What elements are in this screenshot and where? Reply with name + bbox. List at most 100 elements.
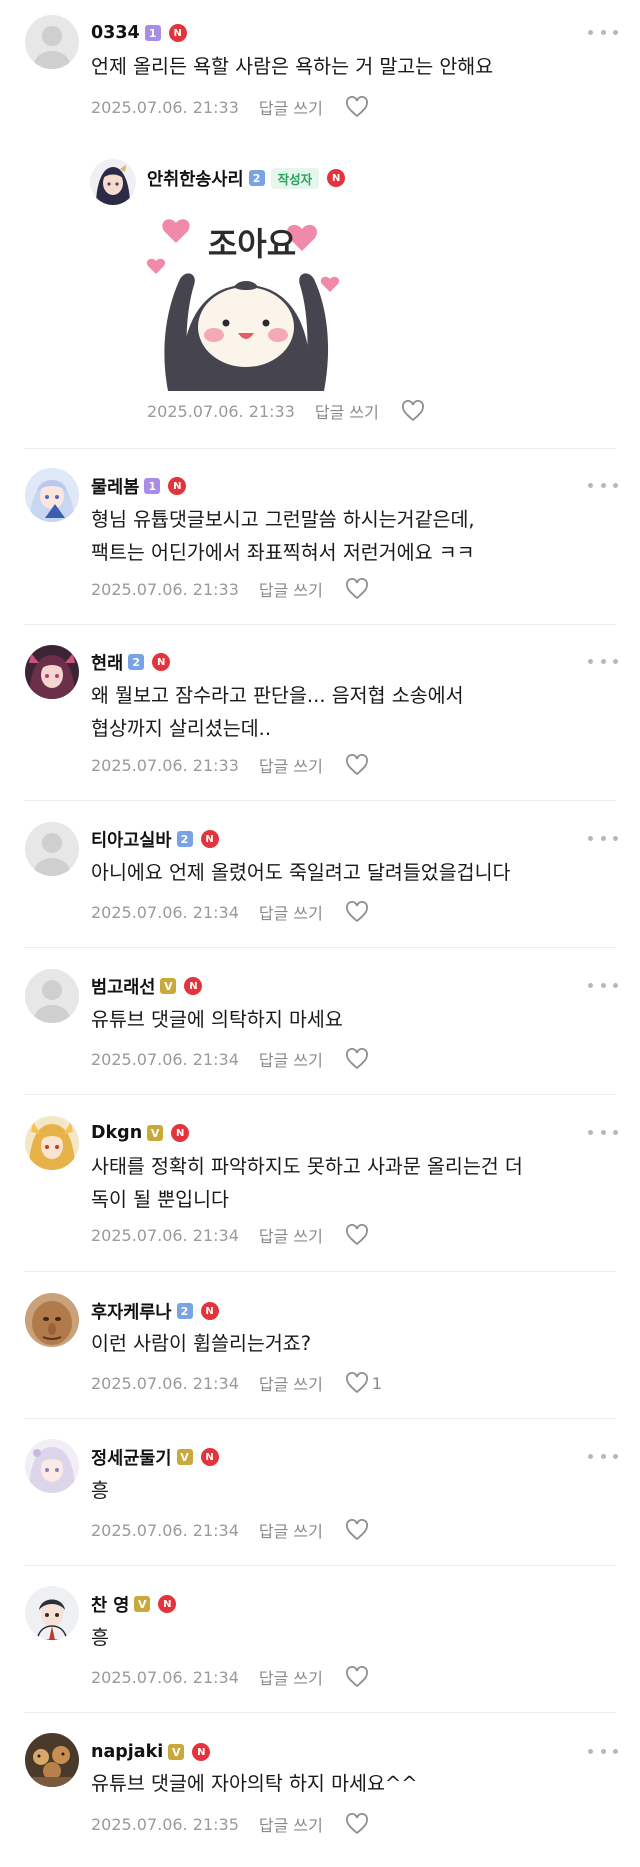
- reply-button[interactable]: 답글 쓰기: [259, 95, 323, 119]
- comment-meta: 2025.07.06. 21:33 답글 쓰기: [91, 576, 369, 602]
- comment-date: 2025.07.06. 21:34: [91, 1373, 239, 1393]
- comment-header: 범고래선 V N: [91, 973, 203, 999]
- avatar[interactable]: [25, 1733, 79, 1787]
- heart-outline-icon[interactable]: [345, 96, 369, 118]
- divider: [24, 1271, 616, 1272]
- comment-header: 티아고실바 2 N: [91, 826, 219, 852]
- reply-button[interactable]: 답글 쓰기: [259, 1223, 323, 1247]
- comment-header: Dkgn V N: [91, 1120, 190, 1146]
- nickname[interactable]: 티아고실바: [91, 827, 172, 852]
- comment-meta: 2025.07.06. 21:34 답글 쓰기: [91, 1222, 369, 1248]
- comment-date: 2025.07.06. 21:33: [91, 97, 239, 117]
- comment-text-line: 협상까지 살리셨는데..: [91, 717, 272, 740]
- new-badge-icon: N: [327, 169, 346, 187]
- reply-button[interactable]: 답글 쓰기: [259, 577, 323, 601]
- reply-button[interactable]: 답글 쓰기: [259, 1047, 323, 1071]
- more-options-icon[interactable]: [588, 1122, 618, 1142]
- heart-outline-icon[interactable]: [345, 1372, 369, 1394]
- nickname[interactable]: 현래: [91, 650, 123, 675]
- divider: [24, 1094, 616, 1095]
- avatar[interactable]: [25, 969, 79, 1023]
- reply-button[interactable]: 답글 쓰기: [259, 900, 323, 924]
- comment-text: 유튜브 댓글에 자아의탁 하지 마세요^^: [91, 1772, 418, 1795]
- comment-meta: 2025.07.06. 21:33 답글 쓰기: [91, 94, 369, 120]
- new-badge-icon: N: [200, 830, 219, 848]
- comment-header: 0334 1 N: [91, 20, 187, 46]
- comment-text-line: 독이 될 뿐입니다: [91, 1188, 229, 1211]
- more-options-icon[interactable]: [588, 22, 618, 42]
- more-options-icon[interactable]: [588, 475, 618, 495]
- comment-text-line: 왜 뭘보고 잠수라고 판단을... 음저협 소송에서: [91, 684, 464, 707]
- comment-text: 형님 유튭댓글보시고 그런말씀 하시는거같은데, 팩트는 어딘가에서 좌표찍혀서…: [91, 503, 475, 569]
- new-badge-icon: N: [192, 1743, 211, 1761]
- comment-header: 찬 영 V N: [91, 1591, 177, 1617]
- heart-outline-icon[interactable]: [401, 400, 425, 422]
- nickname[interactable]: 범고래선: [91, 974, 155, 999]
- avatar[interactable]: [25, 1586, 79, 1640]
- nickname[interactable]: 안취한송사리: [147, 166, 244, 191]
- new-badge-icon: N: [158, 1595, 177, 1613]
- more-options-icon[interactable]: [588, 1741, 618, 1761]
- heart-outline-icon[interactable]: [345, 1666, 369, 1688]
- reply-button[interactable]: 답글 쓰기: [259, 1518, 323, 1542]
- comment-date: 2025.07.06. 21:35: [91, 1814, 239, 1834]
- reply-button[interactable]: 답글 쓰기: [259, 1665, 323, 1689]
- nickname[interactable]: 후자케루나: [91, 1299, 172, 1324]
- reply-button[interactable]: 답글 쓰기: [259, 753, 323, 777]
- divider: [24, 1418, 616, 1419]
- heart-outline-icon[interactable]: [345, 1224, 369, 1246]
- avatar[interactable]: [25, 1439, 79, 1493]
- heart-outline-icon[interactable]: [345, 1813, 369, 1835]
- new-badge-icon: N: [200, 1448, 219, 1466]
- comment-text: 이런 사람이 휩쓸리는거죠?: [91, 1332, 312, 1355]
- reply-button[interactable]: 답글 쓰기: [315, 399, 379, 423]
- comment-header: napjaki V N: [91, 1739, 211, 1765]
- level-badge: V: [160, 978, 177, 994]
- heart-outline-icon[interactable]: [345, 1048, 369, 1070]
- nickname[interactable]: Dkgn: [91, 1123, 142, 1143]
- avatar[interactable]: [25, 645, 79, 699]
- comment-meta: 2025.07.06. 21:34 답글 쓰기: [91, 1664, 369, 1690]
- reply-button[interactable]: 답글 쓰기: [259, 1371, 323, 1395]
- avatar[interactable]: [25, 15, 79, 69]
- comment-text: 흥: [91, 1626, 109, 1649]
- new-badge-icon: N: [171, 1124, 190, 1142]
- comment-meta: 2025.07.06. 21:33 답글 쓰기: [91, 752, 369, 778]
- divider: [24, 1712, 616, 1713]
- comment-text: 사태를 정확히 파악하지도 못하고 사과문 올리는건 더 독이 될 뿐입니다: [91, 1150, 523, 1216]
- more-options-icon[interactable]: [588, 975, 618, 995]
- like-count: 1: [371, 1373, 383, 1393]
- heart-outline-icon[interactable]: [345, 754, 369, 776]
- more-options-icon[interactable]: [588, 1446, 618, 1466]
- divider: [24, 947, 616, 948]
- comment-date: 2025.07.06. 21:34: [91, 902, 239, 922]
- comment-header: 물레봄 1 N: [91, 473, 187, 499]
- nickname[interactable]: napjaki: [91, 1742, 163, 1762]
- new-badge-icon: N: [184, 977, 203, 995]
- comment-date: 2025.07.06. 21:33: [91, 755, 239, 775]
- comment-text: 왜 뭘보고 잠수라고 판단을... 음저협 소송에서 협상까지 살리셨는데..: [91, 679, 464, 745]
- heart-outline-icon[interactable]: [345, 901, 369, 923]
- comment-header: 현래 2 N: [91, 649, 171, 675]
- avatar[interactable]: [25, 822, 79, 876]
- avatar[interactable]: [25, 1293, 79, 1347]
- heart-outline-icon[interactable]: [345, 578, 369, 600]
- reply-button[interactable]: 답글 쓰기: [259, 1812, 323, 1836]
- nickname[interactable]: 정세균둘기: [91, 1445, 172, 1470]
- avatar[interactable]: [90, 159, 136, 205]
- avatar[interactable]: [25, 468, 79, 522]
- nickname[interactable]: 찬 영: [91, 1592, 129, 1617]
- divider: [24, 1565, 616, 1566]
- comment-text: 아니에요 언제 올렸어도 죽일려고 달려들었을겁니다: [91, 861, 511, 884]
- more-options-icon[interactable]: [588, 828, 618, 848]
- more-options-icon[interactable]: [588, 651, 618, 671]
- level-badge: 2: [176, 1303, 193, 1319]
- nickname[interactable]: 0334: [91, 23, 140, 43]
- avatar[interactable]: [25, 1116, 79, 1170]
- heart-outline-icon[interactable]: [345, 1519, 369, 1541]
- comment-meta: 2025.07.06. 21:34 답글 쓰기 1: [91, 1370, 382, 1396]
- nickname[interactable]: 물레봄: [91, 474, 139, 499]
- sticker-text: 조아요: [207, 225, 297, 263]
- level-badge: V: [134, 1596, 151, 1612]
- new-badge-icon: N: [152, 653, 171, 671]
